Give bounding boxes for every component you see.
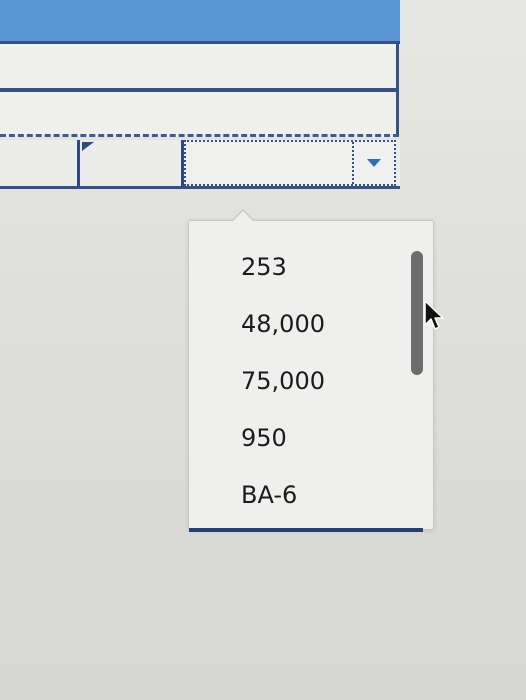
header-row [0, 0, 400, 44]
dropdown-cell[interactable] [184, 140, 396, 186]
dropdown-option[interactable]: 48,000 [189, 296, 409, 353]
table-cell[interactable] [80, 140, 184, 186]
dropdown-option[interactable]: 253 [189, 239, 409, 296]
spreadsheet-fragment [0, 0, 400, 200]
dropdown-list-popup: 253 48,000 75,000 950 BA-6 [188, 209, 434, 532]
dropdown-toggle-button[interactable] [352, 142, 394, 184]
dropdown-option[interactable]: BA-6 [189, 467, 409, 524]
table-row[interactable] [0, 44, 399, 92]
arrow-cursor-icon [424, 300, 444, 330]
cell-flag-icon [82, 142, 94, 151]
popup-bottom-border [189, 528, 423, 532]
dropdown-option[interactable]: 75,000 [189, 353, 409, 410]
dropdown-option[interactable]: 950 [189, 410, 409, 467]
dropdown-option-list: 253 48,000 75,000 950 BA-6 [189, 239, 409, 524]
table-row[interactable] [0, 92, 399, 137]
table-cell[interactable] [0, 140, 80, 186]
table-row-active [0, 140, 400, 189]
scrollbar-thumb[interactable] [411, 251, 423, 375]
chevron-down-icon [367, 159, 381, 167]
